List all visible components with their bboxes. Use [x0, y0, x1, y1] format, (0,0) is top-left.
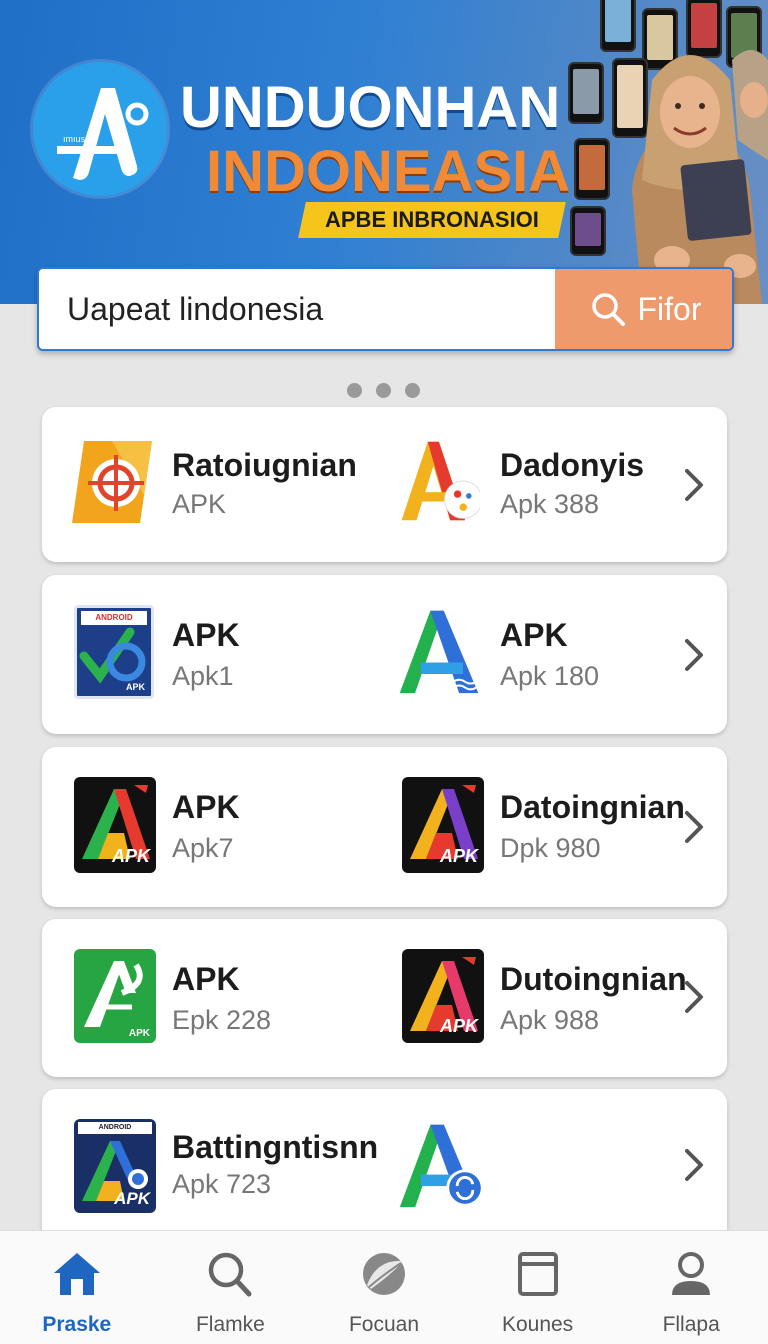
logo-label: ımıus [63, 134, 86, 144]
icon-apk-label: APK [114, 1189, 150, 1208]
green-apk-icon: APK [74, 949, 156, 1043]
app-item[interactable]: Ratoiugnian APK [42, 407, 372, 562]
nav-label: Fllapa [662, 1313, 720, 1336]
app-item[interactable]: APK APK Apk7 [42, 747, 372, 907]
app-item[interactable]: APK Apk 180 [392, 575, 682, 734]
app-subtitle: Apk 988 [500, 1005, 600, 1035]
icon-apk-label: APK [128, 1028, 150, 1039]
chevron-right-icon[interactable] [679, 1145, 709, 1185]
search-icon [591, 293, 625, 326]
filter-label: Fifor [637, 290, 702, 327]
woman-holding-book-image [632, 50, 768, 304]
app-logo: ımıus [33, 62, 167, 196]
app-card[interactable]: ANDROID APK Battingntisnn Apk 723 [42, 1089, 727, 1249]
app-item[interactable]: APK APK Epk 228 [42, 919, 372, 1077]
banner-subtitle: INDONEASIA [206, 139, 571, 204]
carousel-dot[interactable] [405, 383, 420, 398]
leaf-globe-icon [362, 1253, 405, 1295]
app-item[interactable] [392, 1089, 682, 1249]
app-name: APK [172, 617, 240, 653]
window-icon [517, 1252, 558, 1296]
nav-item-flamke[interactable]: Flamke [154, 1231, 308, 1344]
orange-target-app-icon [72, 441, 152, 523]
chevron-right-icon[interactable] [679, 465, 709, 505]
nav-label: Kounes [501, 1313, 574, 1336]
icon-apk-label: APK [439, 1016, 478, 1036]
icon-apk-label: APK [439, 846, 478, 866]
green-blue-a-app-icon [399, 610, 479, 694]
nav-label: Focuan [348, 1313, 419, 1336]
icon-header-text: ANDROID [81, 611, 147, 625]
app-subtitle: Apk 180 [500, 661, 600, 691]
bottom-navigation: Praske Flamke Focuan Kounes Fllapa [0, 1230, 768, 1344]
dark-purple-apk-icon: APK [402, 777, 484, 873]
nav-label: Flamke [195, 1313, 265, 1336]
nav-item-kounes[interactable]: Kounes [461, 1231, 615, 1344]
nav-item-fllapa[interactable]: Fllapa [614, 1231, 768, 1344]
app-card[interactable]: APK APK Epk 228 APK Dutoingnian Apk 988 [42, 919, 727, 1077]
colorful-a-app-icon [401, 441, 480, 521]
person-icon [672, 1252, 711, 1295]
app-card[interactable]: ANDROID APK APK Apk1 APK Apk 180 [42, 575, 727, 734]
app-subtitle: Apk 723 [172, 1169, 272, 1199]
app-subtitle: Epk 228 [172, 1005, 272, 1035]
app-item[interactable]: APK Dutoingnian Apk 988 [392, 919, 687, 1077]
app-card[interactable]: APK APK Apk7 APK Datoingnian Dpk 980 [42, 747, 727, 907]
chevron-right-icon[interactable] [679, 977, 709, 1017]
app-subtitle: Dpk 980 [500, 833, 601, 863]
nav-item-focuan[interactable]: Focuan [307, 1231, 461, 1344]
carousel-dot[interactable] [347, 383, 362, 398]
app-item[interactable]: APK Datoingnian Dpk 980 [392, 747, 685, 907]
banner-title: UNDUONHAN [180, 75, 561, 140]
app-name: APK [500, 617, 568, 653]
icon-header-text: ANDROID [78, 1122, 152, 1134]
banner-tag: APBE INBRONASIOI [298, 202, 566, 238]
app-name: Dutoingnian [500, 961, 687, 997]
app-item[interactable]: ANDROID APK APK Apk1 [42, 575, 372, 734]
app-subtitle: Apk7 [172, 833, 234, 863]
search-bar: Fifor [37, 267, 734, 351]
app-item[interactable]: Dadonyis Apk 388 [392, 407, 682, 562]
nav-label: Praske [42, 1313, 112, 1336]
hero-banner: ımıus UNDUONHAN INDONEASIA APBE INBRONAS… [0, 0, 768, 304]
chevron-right-icon[interactable] [679, 807, 709, 847]
filter-button[interactable]: Fifor [555, 269, 732, 349]
search-icon [209, 1252, 252, 1297]
icon-apk-label: APK [125, 682, 145, 692]
app-card[interactable]: Ratoiugnian APK Dadonyis Apk 388 [42, 407, 727, 562]
carousel-dots [347, 383, 420, 398]
dark-rainbow-apk-icon: APK [74, 777, 156, 873]
chevron-right-icon[interactable] [679, 635, 709, 675]
dark-red-apk-icon: APK [402, 949, 484, 1043]
blue-check-apk-icon: ANDROID APK [74, 605, 154, 699]
app-name: Datoingnian [500, 789, 685, 825]
a-sync-app-icon [399, 1124, 484, 1208]
search-input[interactable] [67, 269, 567, 349]
app-name: APK [172, 961, 240, 997]
app-name: Battingntisnn [172, 1129, 379, 1165]
home-icon [53, 1253, 100, 1295]
app-name: Ratoiugnian [172, 447, 357, 483]
navy-apk-icon: ANDROID APK [74, 1119, 156, 1213]
icon-apk-label: APK [111, 846, 150, 866]
app-name: Dadonyis [500, 447, 645, 483]
app-item[interactable]: ANDROID APK Battingntisnn Apk 723 [42, 1089, 378, 1249]
nav-item-praske[interactable]: Praske [0, 1231, 154, 1344]
app-subtitle: Apk1 [172, 661, 234, 691]
app-subtitle: APK [172, 489, 227, 519]
app-name: APK [172, 789, 240, 825]
carousel-dot[interactable] [376, 383, 391, 398]
app-subtitle: Apk 388 [500, 489, 600, 519]
